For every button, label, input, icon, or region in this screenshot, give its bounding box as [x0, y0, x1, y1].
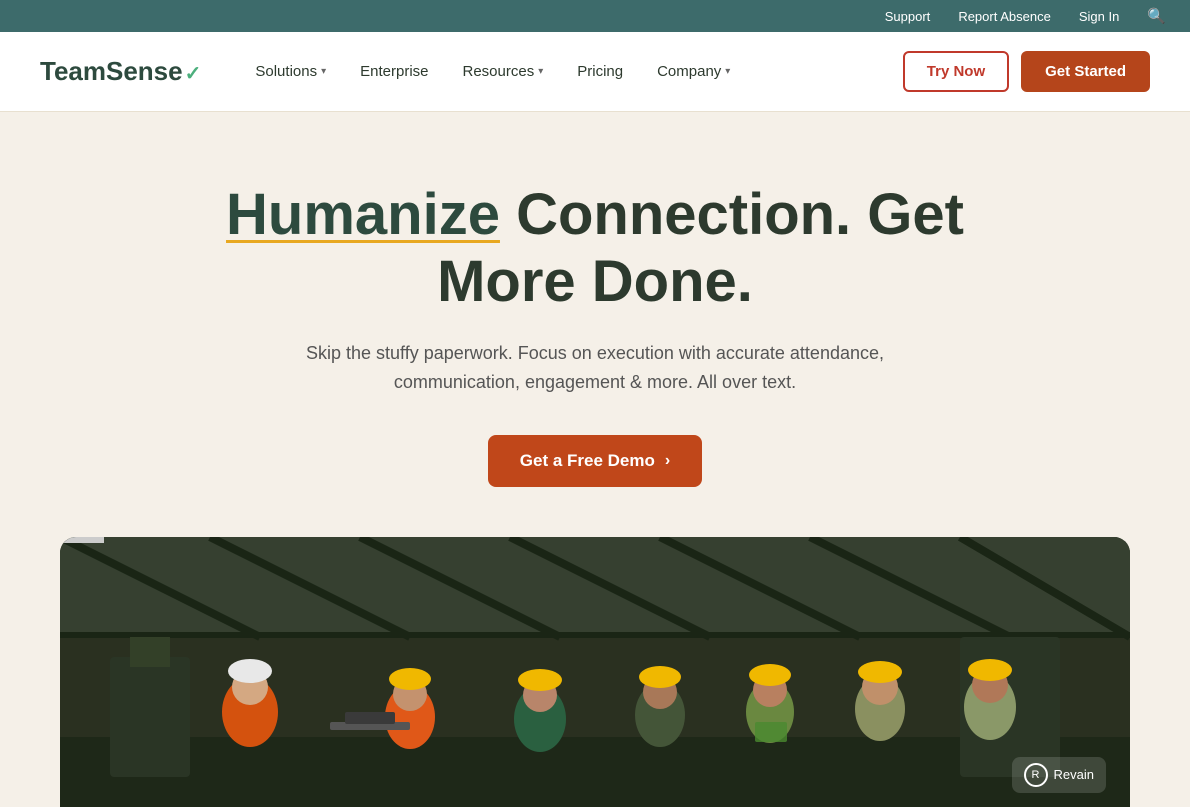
revain-watermark: R Revain — [1012, 757, 1106, 793]
demo-cta-button[interactable]: Get a Free Demo › — [488, 435, 702, 487]
logo-text: TeamSense✓ — [40, 56, 201, 87]
nav-links: Solutions ▾ Enterprise Resources ▾ Prici… — [241, 55, 902, 88]
hero-headline: Humanize Connection. Get More Done. — [215, 182, 975, 315]
headline-humanize: Humanize — [226, 182, 500, 247]
resources-chevron-icon: ▾ — [538, 66, 543, 77]
logo-team: Team — [40, 56, 106, 86]
sign-in-link[interactable]: Sign In — [1079, 9, 1119, 24]
hero-image: R Revain — [60, 537, 1130, 807]
logo-checkmark: ✓ — [185, 63, 202, 85]
support-link[interactable]: Support — [885, 9, 931, 24]
revain-label: Revain — [1054, 767, 1094, 782]
hero-section: Humanize Connection. Get More Done. Skip… — [0, 112, 1190, 537]
hero-image-section: R Revain — [0, 537, 1190, 807]
demo-cta-label: Get a Free Demo — [520, 451, 655, 471]
nav-company[interactable]: Company ▾ — [643, 55, 744, 88]
company-chevron-icon: ▾ — [725, 66, 730, 77]
solutions-chevron-icon: ▾ — [321, 66, 326, 77]
logo[interactable]: TeamSense✓ — [40, 56, 201, 87]
factory-scene-svg — [60, 537, 1130, 807]
nav-resources[interactable]: Resources ▾ — [449, 55, 558, 88]
try-now-button[interactable]: Try Now — [903, 51, 1009, 92]
report-absence-link[interactable]: Report Absence — [958, 9, 1051, 24]
logo-sense: Sense — [106, 56, 183, 86]
nav-solutions[interactable]: Solutions ▾ — [241, 55, 340, 88]
hero-subtext: Skip the stuffy paperwork. Focus on exec… — [295, 339, 895, 397]
top-bar: Support Report Absence Sign In 🔍 — [0, 0, 1190, 32]
headline-rest: Connection. Get More Done. — [437, 182, 964, 314]
get-started-button[interactable]: Get Started — [1021, 51, 1150, 92]
demo-cta-arrow-icon: › — [665, 452, 670, 470]
nav-pricing[interactable]: Pricing — [563, 55, 637, 88]
nav-enterprise[interactable]: Enterprise — [346, 55, 442, 88]
nav-cta: Try Now Get Started — [903, 51, 1150, 92]
revain-icon: R — [1024, 763, 1048, 787]
main-nav: TeamSense✓ Solutions ▾ Enterprise Resour… — [0, 32, 1190, 112]
search-icon[interactable]: 🔍 — [1147, 7, 1166, 25]
